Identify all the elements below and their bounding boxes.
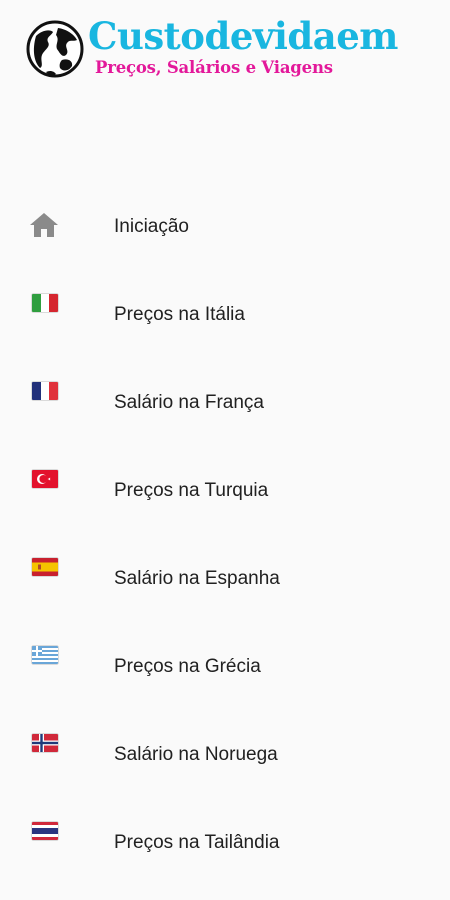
app-title: Custodevidaem: [88, 14, 398, 58]
menu-item-spain[interactable]: Salário na Espanha: [0, 536, 450, 624]
home-icon: [30, 213, 58, 237]
greece-flag-icon: [32, 646, 58, 664]
menu-item-label: Salário na Noruega: [114, 744, 278, 765]
france-flag-icon: [32, 382, 58, 400]
menu-item-label: Salário na Espanha: [114, 568, 280, 589]
drawer-header: Custodevidaem Preços, Salários e Viagens: [0, 0, 450, 170]
menu-item-france[interactable]: Salário na França: [0, 360, 450, 448]
menu-item-home[interactable]: Iniciação: [0, 184, 450, 272]
menu-item-greece[interactable]: Preços na Grécia: [0, 624, 450, 712]
menu-item-label: Preços na Tailândia: [114, 832, 280, 853]
norway-flag-icon: [32, 734, 58, 752]
navigation-menu: Iniciação Preços na Itália Salário na Fr…: [0, 184, 450, 888]
globe-logo-icon: [26, 20, 84, 78]
menu-item-label: Preços na Turquia: [114, 480, 269, 501]
menu-item-label: Preços na Grécia: [114, 656, 261, 677]
menu-item-label: Iniciação: [114, 216, 189, 237]
menu-item-turkey[interactable]: Preços na Turquia: [0, 448, 450, 536]
spain-flag-icon: [32, 558, 58, 576]
menu-item-norway[interactable]: Salário na Noruega: [0, 712, 450, 800]
menu-item-thailand[interactable]: Preços na Tailândia: [0, 800, 450, 888]
menu-item-italy[interactable]: Preços na Itália: [0, 272, 450, 360]
menu-item-label: Preços na Itália: [114, 304, 245, 325]
italy-flag-icon: [32, 294, 58, 312]
thailand-flag-icon: [32, 822, 58, 840]
turkey-flag-icon: [32, 470, 58, 488]
menu-item-label: Salário na França: [114, 392, 264, 413]
app-subtitle: Preços, Salários e Viagens: [95, 58, 333, 77]
